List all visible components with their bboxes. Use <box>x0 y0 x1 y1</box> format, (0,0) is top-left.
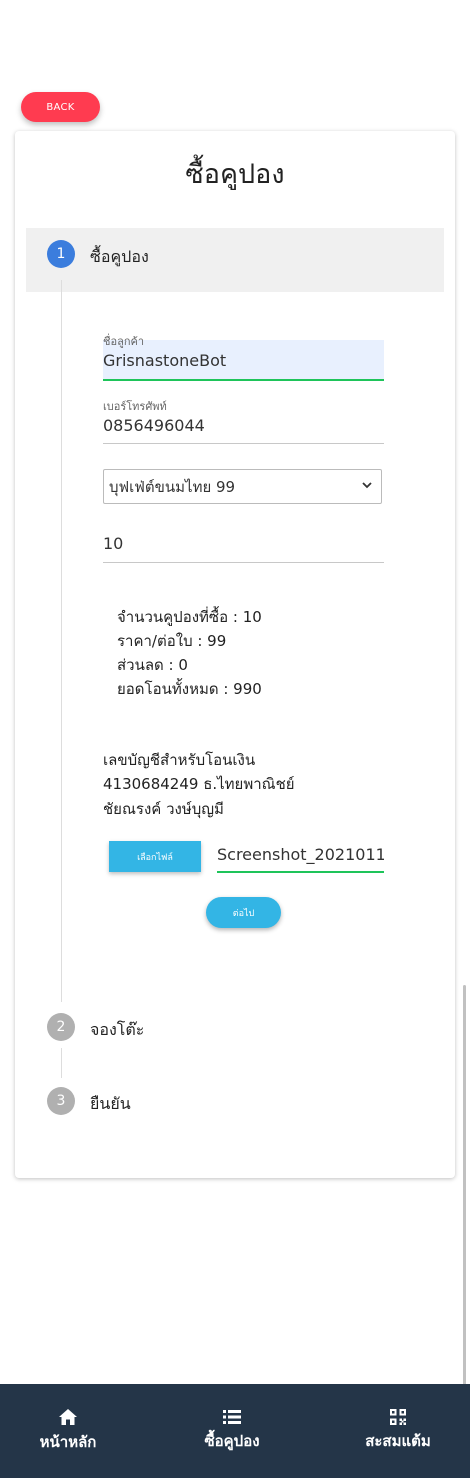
bank-heading: เลขบัญชีสำหรับโอนเงิน <box>103 751 256 769</box>
file-name-field[interactable]: Screenshot_20210117-2 <box>217 841 384 873</box>
step-connector-2 <box>61 1048 62 1078</box>
step-1-label: ซื้อคูปอง <box>90 247 149 266</box>
quantity-underline <box>103 562 384 563</box>
customer-name-value: GrisnastoneBot <box>103 351 227 370</box>
phone-input[interactable]: 0856496044 <box>103 416 205 435</box>
nav-home-label: หน้าหลัก <box>39 1433 97 1451</box>
nav-buy-coupon-label: ซื้อคูปอง <box>204 1432 260 1450</box>
summary-price: ราคา/ต่อใบ : 99 <box>117 632 227 650</box>
summary-discount: ส่วนลด : 0 <box>117 656 188 674</box>
bank-owner: ชัยณรงค์ วงษ์บุญมี <box>103 800 224 818</box>
home-icon <box>59 1409 77 1425</box>
phone-underline <box>103 443 384 444</box>
step-2-number: 2 <box>47 1013 75 1041</box>
step-3-number: 3 <box>47 1087 75 1115</box>
step-1-number: 1 <box>47 240 75 268</box>
summary-total: ยอดโอนทั้งหมด : 990 <box>117 680 262 698</box>
step-1-header[interactable] <box>26 228 444 292</box>
choose-file-button[interactable]: เลือกไฟล์ <box>109 841 201 872</box>
bank-account: 4130684249 ธ.ไทยพาณิชย์ <box>103 775 295 793</box>
bottom-nav: หน้าหลัก ซื้อคูปอง สะสมแต้ม <box>0 1384 470 1478</box>
step-connector <box>61 280 62 1002</box>
package-select[interactable]: บุฟเฟ่ต์ขนมไทย 99 <box>103 469 382 504</box>
customer-name-label: ชื่อลูกค้า <box>103 335 145 348</box>
list-icon <box>223 1410 241 1424</box>
nav-points-label: สะสมแต้ม <box>365 1432 431 1450</box>
quantity-input[interactable]: 10 <box>103 534 123 553</box>
step-3-label[interactable]: ยืนยัน <box>90 1092 131 1117</box>
step-2-label[interactable]: จองโต๊ะ <box>90 1018 144 1043</box>
next-button[interactable]: ต่อไป <box>206 897 281 928</box>
package-selected-value: บุฟเฟ่ต์ขนมไทย 99 <box>109 477 236 496</box>
qr-code-icon <box>390 1409 406 1425</box>
phone-label: เบอร์โทรศัพท์ <box>103 400 167 413</box>
nav-buy-coupon[interactable]: ซื้อคูปอง <box>164 1384 300 1478</box>
nav-points[interactable]: สะสมแต้ม <box>330 1384 466 1478</box>
summary-count: จำนวนคูปองที่ซื้อ : 10 <box>117 608 262 626</box>
back-button[interactable]: BACK <box>21 92 100 122</box>
scrollbar[interactable] <box>463 985 466 1385</box>
nav-home[interactable]: หน้าหลัก <box>0 1384 136 1478</box>
page-title: ซื้อคูปอง <box>185 159 285 190</box>
chevron-down-icon <box>362 482 372 489</box>
